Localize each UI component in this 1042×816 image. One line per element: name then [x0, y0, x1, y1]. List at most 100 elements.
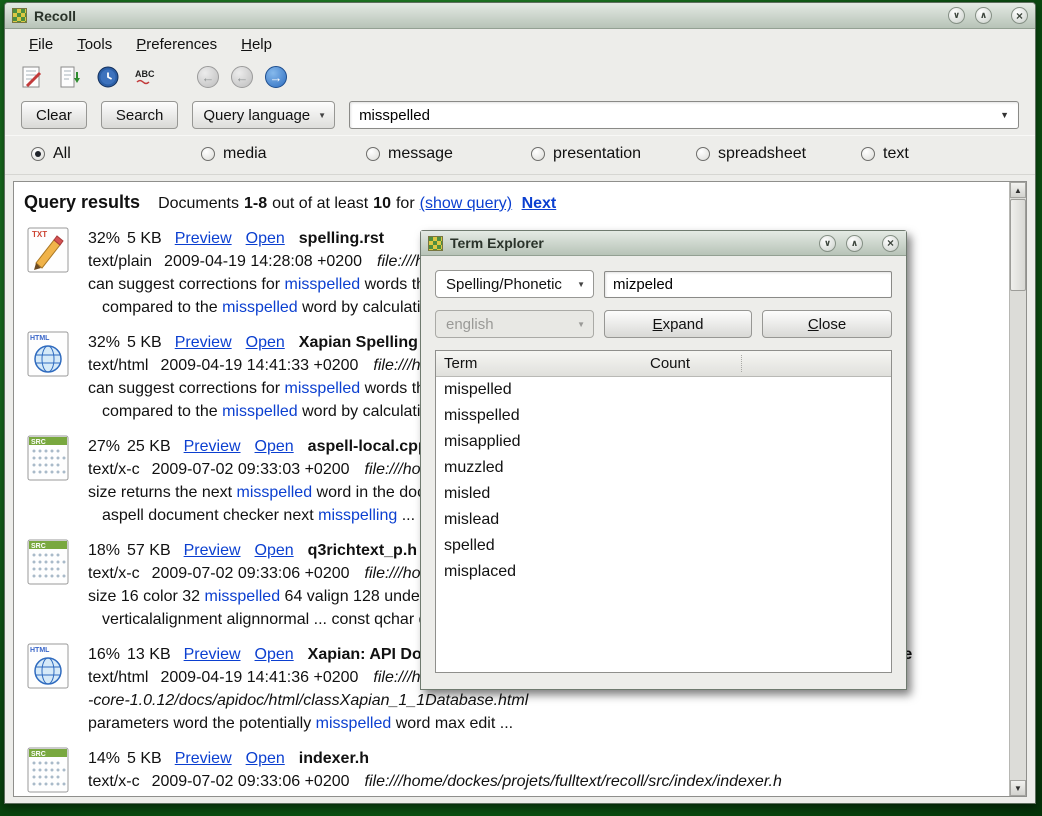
- preview-link[interactable]: Preview: [175, 750, 232, 767]
- term-results-table: Term Count mispelled misspelled misappli…: [435, 350, 892, 673]
- filter-radio-presentation[interactable]: presentation: [531, 145, 641, 163]
- result-abstract: parameters word the potentially misspell…: [88, 712, 912, 735]
- close-button[interactable]: Close: [762, 310, 892, 338]
- recoll-app-icon: [12, 8, 27, 23]
- open-link[interactable]: Open: [246, 230, 285, 247]
- dialog-maximize-button[interactable]: ∧: [846, 235, 863, 252]
- scroll-down-icon[interactable]: ▼: [1010, 780, 1026, 796]
- filter-radio-text[interactable]: text: [861, 145, 909, 163]
- filter-radio-media[interactable]: media: [201, 145, 267, 163]
- result-title: spelling.rst: [299, 230, 384, 247]
- query-input-combo[interactable]: ▼: [349, 101, 1019, 129]
- term-row[interactable]: misplaced: [436, 559, 891, 585]
- result-relevance: 18%: [88, 542, 120, 559]
- language-select: english ▼: [435, 310, 594, 338]
- next-page-link[interactable]: Next: [522, 195, 557, 212]
- filter-radio-message[interactable]: message: [366, 145, 453, 163]
- preview-link[interactable]: Preview: [184, 646, 241, 663]
- radio-icon: [31, 147, 45, 161]
- dialog-title: Term Explorer: [450, 235, 809, 251]
- filter-radio-all[interactable]: All: [31, 145, 71, 163]
- filter-radio-spreadsheet[interactable]: spreadsheet: [696, 145, 806, 163]
- term-row[interactable]: muzzled: [436, 455, 891, 481]
- menu-tools[interactable]: Tools: [69, 33, 120, 56]
- dialog-shade-button[interactable]: ∨: [819, 235, 836, 252]
- window-close-button[interactable]: ×: [1011, 7, 1028, 24]
- open-link[interactable]: Open: [255, 438, 294, 455]
- column-count[interactable]: Count: [642, 355, 742, 372]
- term-explorer-dialog: Term Explorer ∨ ∧ × Spelling/Phonetic ▼ …: [420, 230, 907, 690]
- preview-link[interactable]: Preview: [184, 438, 241, 455]
- prev-page-button[interactable]: ←: [231, 66, 253, 88]
- result-meta: text/x-c2009-07-02 09:33:06 +0200file://…: [88, 770, 782, 793]
- radio-icon: [696, 147, 710, 161]
- term-row[interactable]: misapplied: [436, 429, 891, 455]
- result-path: file:///home/dockes/projets/fulltext/rec…: [365, 773, 782, 790]
- source-file-icon: SRC: [24, 539, 72, 585]
- menu-file[interactable]: File: [21, 33, 61, 56]
- query-language-select[interactable]: Query language ▼: [192, 101, 335, 129]
- svg-text:SRC: SRC: [31, 543, 46, 550]
- result-relevance: 27%: [88, 438, 120, 455]
- term-row[interactable]: mispelled: [436, 377, 891, 403]
- scrollbar-thumb[interactable]: [1010, 199, 1026, 291]
- clear-search-icon[interactable]: [19, 64, 45, 90]
- results-scrollbar[interactable]: ▲ ▼: [1009, 182, 1026, 796]
- svg-text:SRC: SRC: [31, 751, 46, 758]
- window-title: Recoll: [34, 8, 938, 24]
- result-relevance: 16%: [88, 646, 120, 663]
- term-row[interactable]: mislead: [436, 507, 891, 533]
- table-header: Term Count: [436, 351, 891, 377]
- term-row[interactable]: misspelled: [436, 403, 891, 429]
- chevron-up-icon: ∧: [851, 239, 858, 248]
- clear-button[interactable]: Clear: [21, 101, 87, 129]
- term-row[interactable]: spelled: [436, 533, 891, 559]
- term-explorer-input[interactable]: [604, 271, 892, 298]
- chevron-up-icon: ∧: [980, 11, 987, 20]
- dialog-titlebar[interactable]: Term Explorer ∨ ∧ ×: [421, 231, 906, 256]
- update-index-icon[interactable]: [57, 64, 83, 90]
- result-path-wrap: -core-1.0.12/docs/apidoc/html/classXapia…: [88, 689, 912, 712]
- search-button[interactable]: Search: [101, 101, 179, 129]
- search-input[interactable]: [359, 107, 1000, 124]
- result-relevance: 14%: [88, 750, 120, 767]
- preview-link[interactable]: Preview: [175, 334, 232, 351]
- arrow-left-icon: ←: [236, 71, 249, 84]
- radio-icon: [366, 147, 380, 161]
- result-range: 1-8: [244, 195, 267, 212]
- preview-link[interactable]: Preview: [175, 230, 232, 247]
- radio-icon: [201, 147, 215, 161]
- doc-history-clock-icon[interactable]: [95, 64, 121, 90]
- chevron-down-icon: ▼: [577, 280, 585, 289]
- first-page-button[interactable]: ←: [197, 66, 219, 88]
- menu-preferences[interactable]: Preferences: [128, 33, 225, 56]
- open-link[interactable]: Open: [255, 646, 294, 663]
- svg-text:HTML: HTML: [30, 647, 50, 654]
- open-link[interactable]: Open: [255, 542, 294, 559]
- result-item: SRC 14%5 KBPreviewOpenindexer.h text/x-c…: [24, 744, 1009, 796]
- dialog-close-button[interactable]: ×: [882, 235, 899, 252]
- preview-link[interactable]: Preview: [184, 542, 241, 559]
- scroll-up-icon[interactable]: ▲: [1010, 182, 1026, 198]
- menu-help[interactable]: Help: [233, 33, 280, 56]
- window-maximize-button[interactable]: ∧: [975, 7, 992, 24]
- next-page-button[interactable]: →: [265, 66, 287, 88]
- result-headline: 14%5 KBPreviewOpenindexer.h: [88, 747, 782, 770]
- window-titlebar[interactable]: Recoll ∨ ∧ ×: [5, 3, 1035, 29]
- window-shade-button[interactable]: ∨: [948, 7, 965, 24]
- text-file-icon: TXT: [24, 227, 72, 273]
- open-link[interactable]: Open: [246, 334, 285, 351]
- menubar: File Tools Preferences Help: [5, 29, 1035, 59]
- open-link[interactable]: Open: [246, 750, 285, 767]
- column-term[interactable]: Term: [436, 355, 642, 372]
- result-size: 5 KB: [127, 334, 162, 351]
- chevron-down-icon: ▼: [577, 320, 585, 329]
- source-file-icon: SRC: [24, 435, 72, 481]
- term-row[interactable]: misled: [436, 481, 891, 507]
- term-match-type-select[interactable]: Spelling/Phonetic ▼: [435, 270, 594, 298]
- term-explorer-abc-icon[interactable]: ABC: [133, 64, 159, 90]
- radio-icon: [861, 147, 875, 161]
- result-title: q3richtext_p.h: [308, 542, 417, 559]
- show-query-link[interactable]: (show query): [420, 195, 512, 212]
- expand-button[interactable]: Expand: [604, 310, 752, 338]
